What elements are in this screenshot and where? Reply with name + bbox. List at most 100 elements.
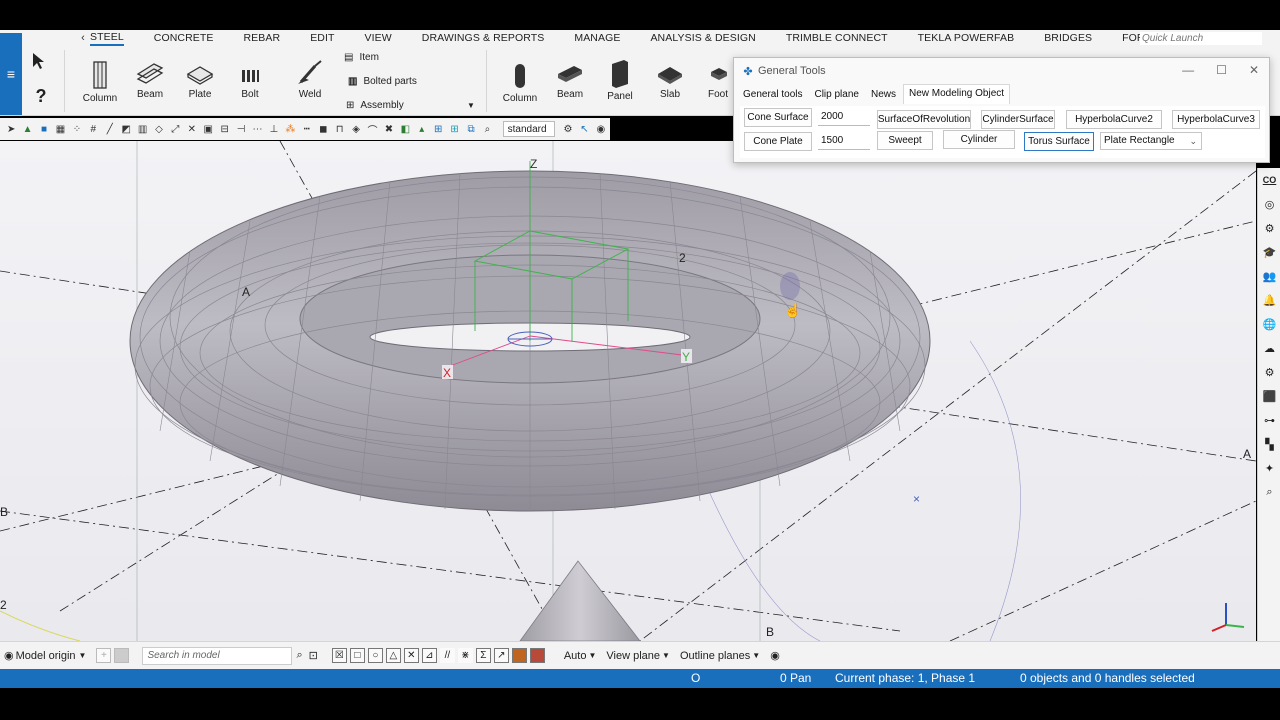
concrete-panel-button[interactable]: Panel: [598, 58, 642, 102]
quick-launch-input[interactable]: Quick Launch: [1140, 32, 1262, 45]
bolted-parts-button[interactable]: ▥ Bolted parts: [348, 76, 417, 87]
snap-red-square-icon[interactable]: [529, 648, 545, 663]
eye-icon[interactable]: ◉: [770, 649, 780, 662]
side-properties-icon[interactable]: ⚙: [1258, 216, 1280, 240]
side-bell-icon[interactable]: 🔔: [1258, 288, 1280, 312]
snap-cross-icon[interactable]: ✕: [185, 121, 199, 137]
snap-perp-icon[interactable]: ⊥: [267, 121, 281, 137]
tab-steel[interactable]: STEEL: [90, 31, 124, 46]
side-users-icon[interactable]: 👥: [1258, 264, 1280, 288]
select-component-icon[interactable]: ◇: [152, 121, 166, 137]
snap-dash-icon[interactable]: ┅: [300, 121, 314, 137]
side-grid-icon[interactable]: ▚: [1258, 432, 1280, 456]
dialog-tab-news[interactable]: News: [866, 89, 901, 100]
tab-drawings-reports[interactable]: DRAWINGS & REPORTS: [422, 32, 545, 45]
cone-plate-button[interactable]: Cone Plate: [744, 132, 812, 151]
view-plane-dropdown[interactable]: View plane ▼: [606, 650, 670, 662]
snap-orange-square-icon[interactable]: [511, 648, 527, 663]
snap-green-icon[interactable]: ◧: [398, 121, 412, 137]
tab-tekla-powerfab[interactable]: TEKLA POWERFAB: [918, 32, 1015, 45]
outline-planes-dropdown[interactable]: Outline planes ▼: [680, 650, 760, 662]
select-mesh-icon[interactable]: #: [86, 121, 100, 137]
snap-line-icon[interactable]: ⊿: [421, 648, 437, 663]
select-parts-icon[interactable]: ▲: [20, 121, 34, 137]
auto-dropdown[interactable]: Auto ▼: [564, 650, 597, 662]
select-surface-icon[interactable]: ■: [37, 121, 51, 137]
side-settings-icon[interactable]: ⚙: [1258, 360, 1280, 384]
side-eye-icon[interactable]: ◎: [1258, 192, 1280, 216]
concrete-slab-button[interactable]: Slab: [648, 62, 692, 100]
dialog-tab-new-modeling-object[interactable]: New Modeling Object: [902, 84, 1011, 104]
search-icon[interactable]: ⌕: [296, 649, 302, 662]
snap-free-icon[interactable]: ↗: [493, 648, 509, 663]
side-co-icon[interactable]: CO: [1258, 168, 1280, 192]
steel-plate-button[interactable]: Plate: [178, 62, 222, 100]
assembly-button[interactable]: ⊞ Assembly: [346, 100, 404, 111]
pick-point-icon[interactable]: ↖: [577, 121, 591, 137]
minimize-icon[interactable]: —: [1182, 63, 1194, 77]
settings-gear-icon[interactable]: ⚙: [561, 121, 575, 137]
dialog-tab-clip-plane[interactable]: Clip plane: [809, 89, 863, 100]
hyperbola-curve2-button[interactable]: HyperbolaCurve2: [1066, 110, 1162, 129]
sweept-button[interactable]: Sweept: [877, 131, 933, 150]
status-current-phase[interactable]: Current phase: 1, Phase 1: [835, 671, 975, 685]
select-group-icon[interactable]: ▥: [135, 121, 149, 137]
maximize-icon[interactable]: ☐: [1216, 63, 1227, 77]
tab-analysis-design[interactable]: ANALYSIS & DESIGN: [650, 32, 755, 45]
search-in-model-input[interactable]: Search in model: [142, 646, 293, 665]
cone-plate-value-input[interactable]: 1500: [818, 132, 870, 150]
model-origin-dropdown[interactable]: ◉ Model origin ▼: [4, 649, 86, 663]
snap-tee-icon[interactable]: ⊓: [332, 121, 346, 137]
snap-arc-icon[interactable]: ⌒: [365, 121, 379, 137]
steel-beam-button[interactable]: Beam: [128, 60, 172, 100]
model-canvas[interactable]: Z X Y A A B B 2 2 × ☝: [0, 141, 1256, 641]
cylinder-surface-button[interactable]: CylinderSurface: [981, 110, 1055, 129]
snap-box-icon[interactable]: ▣: [201, 121, 215, 137]
snap-square-icon[interactable]: □: [349, 648, 365, 663]
snap-tri-icon[interactable]: ▴: [415, 121, 429, 137]
select-grid-icon[interactable]: ▦: [53, 121, 67, 137]
side-sparkle-icon[interactable]: ✦: [1258, 456, 1280, 480]
snap-grid-teal-icon[interactable]: ⊞: [447, 121, 461, 137]
snap-circle-icon[interactable]: ○: [367, 648, 383, 663]
view-triad-icon[interactable]: [1211, 603, 1245, 632]
app-menu-button[interactable]: ≡: [0, 33, 22, 115]
snap-diamond-icon[interactable]: ◈: [349, 121, 363, 137]
select-tool-button[interactable]: [26, 52, 50, 73]
select-arrow-icon[interactable]: ➤: [4, 121, 18, 137]
snap-midline-icon[interactable]: ⊟: [217, 121, 231, 137]
snap-intersection-icon[interactable]: ⤢: [168, 121, 182, 137]
side-cube-icon[interactable]: ⬛: [1258, 384, 1280, 408]
search-options-icon[interactable]: ⊡: [309, 649, 318, 662]
snap-endpoint-icon[interactable]: ⊣: [234, 121, 248, 137]
snap-parallel-icon[interactable]: //: [439, 648, 455, 663]
side-learning-icon[interactable]: 🎓: [1258, 240, 1280, 264]
hyperbola-curve3-button[interactable]: HyperbolaCurve3: [1172, 110, 1260, 129]
tabs-scroll-left-icon[interactable]: ‹: [76, 32, 90, 44]
add-origin-icon[interactable]: +: [96, 648, 112, 663]
remove-origin-icon[interactable]: [114, 648, 130, 663]
snap-x-icon[interactable]: ✕: [403, 648, 419, 663]
close-icon[interactable]: ✕: [1249, 63, 1259, 77]
select-points-icon[interactable]: ⁘: [70, 121, 84, 137]
model-viewport[interactable]: Z X Y A A B B 2 2 × ☝: [0, 141, 1256, 641]
side-search-icon[interactable]: ⌕: [1258, 480, 1280, 504]
tab-view[interactable]: VIEW: [365, 32, 392, 45]
tab-bridges[interactable]: BRIDGES: [1044, 32, 1092, 45]
eye-icon[interactable]: ◉: [594, 121, 608, 137]
concrete-beam-button[interactable]: Beam: [548, 62, 592, 100]
snap-cross-diag-icon[interactable]: ✖: [382, 121, 396, 137]
cone-surface-value-input[interactable]: 2000: [818, 108, 870, 126]
help-button[interactable]: ?: [26, 86, 56, 107]
dialog-tab-general-tools[interactable]: General tools: [738, 89, 807, 100]
tab-trimble-connect[interactable]: TRIMBLE CONNECT: [786, 32, 888, 45]
cone-surface-button[interactable]: Cone Surface: [744, 108, 812, 127]
side-globe-icon[interactable]: 🌐: [1258, 312, 1280, 336]
tab-edit[interactable]: EDIT: [310, 32, 334, 45]
snap-sigma-icon[interactable]: Σ: [475, 648, 491, 663]
side-tree-icon[interactable]: ⊶: [1258, 408, 1280, 432]
snap-box-x-icon[interactable]: ☒: [331, 648, 347, 663]
snap-dash-x-icon[interactable]: ⋇: [457, 648, 473, 663]
snap-magnet-icon[interactable]: ⌕: [480, 121, 494, 137]
side-cloud-icon[interactable]: ☁: [1258, 336, 1280, 360]
